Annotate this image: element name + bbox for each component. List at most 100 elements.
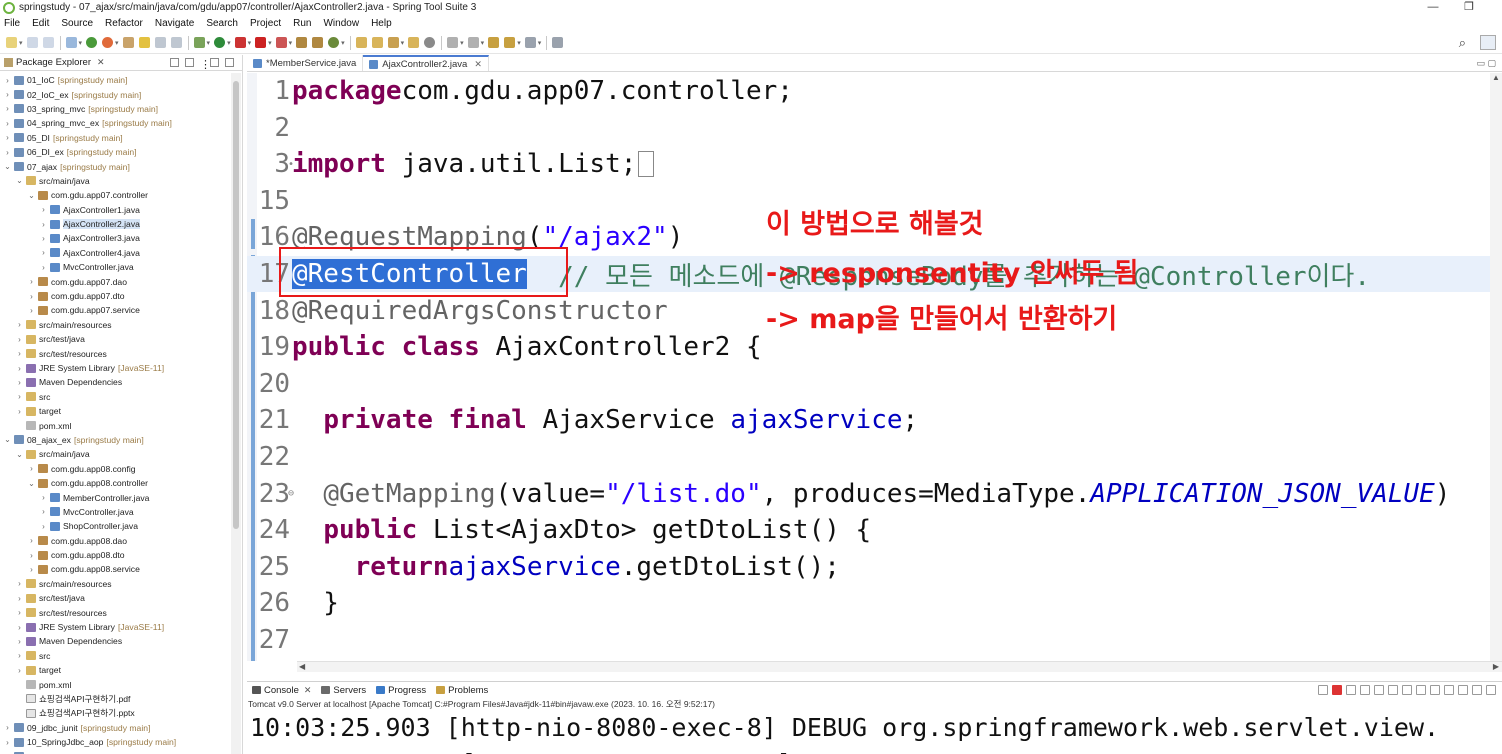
server-icon[interactable] [275, 37, 287, 48]
collapsed-arrow-icon[interactable]: › [15, 378, 24, 387]
menu-run[interactable]: Run [293, 18, 311, 29]
show-stdout-icon[interactable] [1402, 685, 1412, 695]
collapsed-arrow-icon[interactable]: › [15, 320, 24, 329]
tree-item[interactable]: › 06_DI_ex [springstudy main] [0, 145, 242, 159]
save-all-icon[interactable] [42, 37, 54, 48]
collapsed-arrow-icon[interactable]: › [39, 507, 48, 516]
collapsed-arrow-icon[interactable]: › [27, 306, 36, 315]
tab-ajax-controller2[interactable]: AjaxController2.java ✕ [363, 55, 489, 71]
tree-item[interactable]: › 10_SpringJdbc_aop [springstudy main] [0, 735, 242, 749]
scroll-lock-icon[interactable] [1374, 685, 1384, 695]
show-stderr-icon[interactable] [1416, 685, 1426, 695]
package-explorer-scrollbar[interactable] [231, 73, 241, 754]
tree-item[interactable]: › 02_IoC_ex [springstudy main] [0, 87, 242, 101]
collapsed-arrow-icon[interactable]: › [39, 205, 48, 214]
show-whitespace-icon[interactable] [170, 37, 182, 48]
tree-item[interactable]: 쇼핑검색API구현하기.pptx [0, 706, 242, 720]
scroll-up-icon[interactable]: ▲ [1492, 73, 1500, 82]
tree-item[interactable]: › AjaxController3.java [0, 231, 242, 245]
code-line[interactable]: 21 private final AjaxService ajaxService… [247, 402, 1502, 438]
tree-item[interactable]: › JRE System Library [JavaSE-11] [0, 361, 242, 375]
restore-button[interactable]: ❐ [1454, 0, 1484, 15]
tab-console[interactable]: Console ✕ [247, 682, 316, 698]
collapsed-arrow-icon[interactable]: › [3, 119, 12, 128]
code-line[interactable]: 24 public List<AjaxDto> getDtoList() { [247, 512, 1502, 548]
stop-icon[interactable] [255, 37, 267, 48]
menu-search[interactable]: Search [206, 18, 238, 29]
new-java-class-icon[interactable] [312, 37, 324, 48]
tree-item[interactable]: 쇼핑검색API구현하기.pdf [0, 692, 242, 706]
view-menu-icon[interactable]: ⋮ [200, 58, 211, 71]
open-task-icon[interactable] [371, 37, 383, 48]
code-line[interactable]: 25 return ajaxService .getDtoList(); [247, 549, 1502, 585]
tab-package-explorer[interactable]: Package Explorer ✕ [0, 55, 109, 71]
highlight-icon[interactable] [138, 37, 150, 48]
minimize-view-icon[interactable] [210, 58, 219, 67]
tree-item[interactable]: › ShopController.java [0, 519, 242, 533]
collapsed-arrow-icon[interactable]: › [3, 104, 12, 113]
save-icon[interactable] [26, 37, 38, 48]
code-line[interactable]: 1 package com.gdu.app07.controller; [247, 73, 1502, 109]
collapsed-arrow-icon[interactable]: › [15, 392, 24, 401]
tree-item[interactable]: › Maven Dependencies [0, 375, 242, 389]
code-editor[interactable]: 1 package com.gdu.app07.controller; 2 3 • impo… [247, 73, 1502, 661]
tree-item[interactable]: › 03_spring_mvc [springstudy main] [0, 102, 242, 116]
collapsed-arrow-icon[interactable]: › [27, 565, 36, 574]
tree-item[interactable]: › src/test/resources [0, 605, 242, 619]
tab-servers[interactable]: Servers [316, 682, 371, 698]
new-java-package-icon[interactable] [296, 37, 308, 48]
tree-item[interactable]: › src/test/java [0, 332, 242, 346]
tree-item[interactable]: › 01_IoC [springstudy main] [0, 73, 242, 87]
remove-all-icon[interactable] [1346, 685, 1356, 695]
minimize-button[interactable]: — [1418, 0, 1448, 15]
menu-window[interactable]: Window [323, 18, 359, 29]
word-wrap-icon[interactable] [1388, 685, 1398, 695]
folded-imports-box[interactable] [638, 151, 655, 178]
tab-member-service[interactable]: *MemberService.java [247, 55, 364, 71]
menu-navigate[interactable]: Navigate [155, 18, 194, 29]
collapsed-arrow-icon[interactable]: › [27, 277, 36, 286]
collapsed-arrow-icon[interactable]: › [15, 623, 24, 632]
collapsed-arrow-icon[interactable]: › [39, 522, 48, 531]
collapsed-arrow-icon[interactable]: › [27, 292, 36, 301]
run-icon[interactable] [214, 37, 226, 48]
editor-horizontal-scrollbar[interactable]: ◀ ▶ [297, 661, 1502, 672]
tree-item[interactable]: › com.gdu.app07.service [0, 303, 242, 317]
tree-item[interactable]: › src/main/resources [0, 577, 242, 591]
tree-item[interactable]: › src [0, 390, 242, 404]
terminal-icon[interactable] [65, 37, 77, 48]
code-line[interactable]: 23 ⊖ @GetMapping (value= "/list.do", produc… [247, 476, 1502, 512]
tree-item[interactable]: › MvcController.java [0, 505, 242, 519]
collapsed-arrow-icon[interactable]: › [27, 551, 36, 560]
code-line[interactable]: 27 [247, 622, 1502, 658]
code-line[interactable]: 3 • import java.util.List; [247, 146, 1502, 182]
remove-launch-icon[interactable] [1318, 685, 1328, 695]
tree-item[interactable]: › MemberController.java [0, 490, 242, 504]
terminate-icon[interactable] [1332, 685, 1342, 695]
collapsed-arrow-icon[interactable]: › [27, 464, 36, 473]
new-spring-icon[interactable] [328, 37, 340, 48]
new-icon[interactable] [6, 37, 17, 48]
code-line[interactable]: 20 [247, 366, 1502, 402]
tree-item[interactable]: › src/test/java [0, 591, 242, 605]
last-edit-icon[interactable] [488, 37, 500, 48]
tab-progress[interactable]: Progress [371, 682, 431, 698]
collapsed-arrow-icon[interactable]: › [27, 536, 36, 545]
pin-editor-icon[interactable] [552, 37, 564, 48]
refresh-icon[interactable] [102, 37, 114, 48]
open-console-icon[interactable] [1458, 685, 1468, 695]
collapse-all-icon[interactable] [170, 58, 179, 67]
menu-file[interactable]: File [4, 18, 20, 29]
clear-console-icon[interactable] [1360, 685, 1370, 695]
console-output[interactable]: 10:03:25.903 [http-nio-8080-exec-8] DEBU… [247, 710, 1502, 754]
tree-item[interactable]: › src/main/resources [0, 318, 242, 332]
collapsed-arrow-icon[interactable]: › [39, 493, 48, 502]
annotation-icon[interactable] [408, 37, 420, 48]
close-icon[interactable]: ✕ [304, 685, 312, 696]
tree-item[interactable]: › com.gdu.app08.dao [0, 534, 242, 548]
tree-item[interactable]: pom.xml [0, 418, 242, 432]
tree-item[interactable]: › AjaxController1.java [0, 203, 242, 217]
tree-item[interactable]: › com.gdu.app08.service [0, 562, 242, 576]
scrollbar-thumb[interactable] [233, 81, 239, 529]
collapsed-arrow-icon[interactable]: › [3, 76, 12, 85]
